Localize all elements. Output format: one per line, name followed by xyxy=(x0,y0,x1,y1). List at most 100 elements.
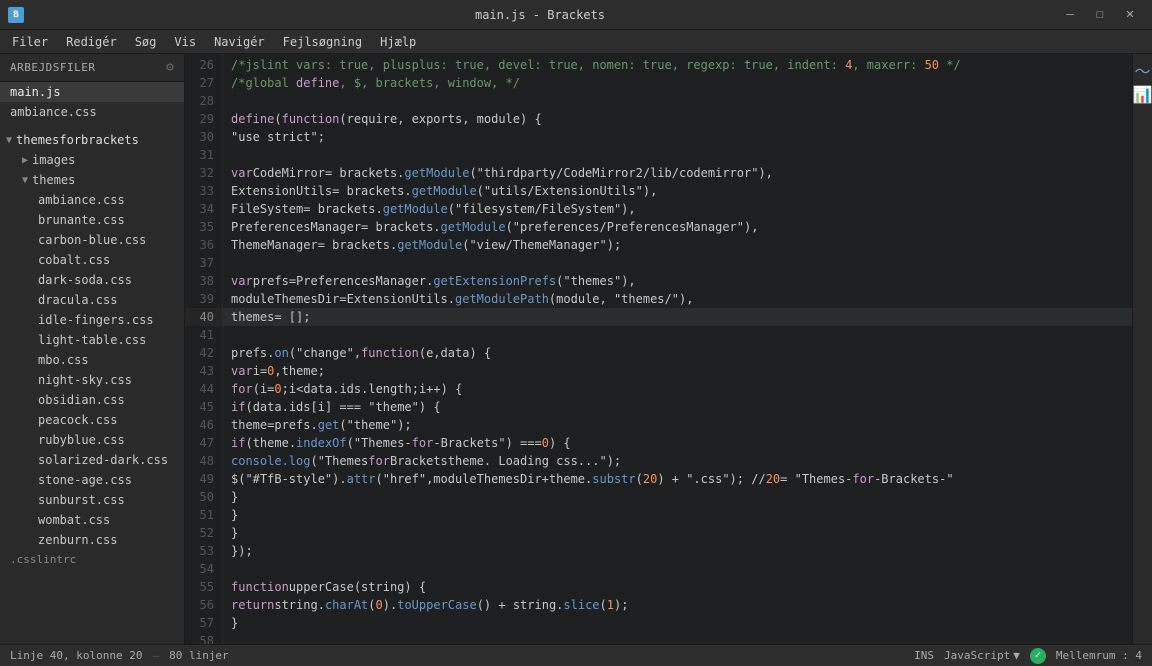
theme-file-cobalt-css[interactable]: cobalt.css xyxy=(32,250,184,270)
code-content[interactable]: /*jslint vars: true, plusplus: true, dev… xyxy=(223,54,1132,644)
code-line-57[interactable]: } xyxy=(223,614,1132,632)
theme-file-light-table-css[interactable]: light-table.css xyxy=(32,330,184,350)
code-line-58[interactable] xyxy=(223,632,1132,644)
theme-file-rubyblue-css[interactable]: rubyblue.css xyxy=(32,430,184,450)
maximize-button[interactable]: □ xyxy=(1086,5,1114,25)
code-line-53[interactable]: }); xyxy=(223,542,1132,560)
theme-file-brunante-css[interactable]: brunante.css xyxy=(32,210,184,230)
line-num-45: 45 xyxy=(185,398,222,416)
line-num-46: 46 xyxy=(185,416,222,434)
line-num-32: 32 xyxy=(185,164,222,182)
title-bar: B main.js - Brackets ─ □ ✕ xyxy=(0,0,1152,30)
code-line-56[interactable]: return string.charAt(0).toUpperCase() + … xyxy=(223,596,1132,614)
language-arrow-icon: ▼ xyxy=(1013,649,1020,662)
code-line-43[interactable]: var i = 0, theme; xyxy=(223,362,1132,380)
code-line-38[interactable]: var prefs = PreferencesManager.getExtens… xyxy=(223,272,1132,290)
linter-icon[interactable]: 📊 xyxy=(1135,86,1151,102)
code-line-41[interactable] xyxy=(223,326,1132,344)
close-button[interactable]: ✕ xyxy=(1116,5,1144,25)
code-line-35[interactable]: PreferencesManager = brackets.getModule(… xyxy=(223,218,1132,236)
line-num-29: 29 xyxy=(185,110,222,128)
code-line-33[interactable]: ExtensionUtils = brackets.getModule("uti… xyxy=(223,182,1132,200)
code-line-31[interactable] xyxy=(223,146,1132,164)
menu-item-vis[interactable]: Vis xyxy=(166,33,204,51)
theme-file-ambiance-css[interactable]: ambiance.css xyxy=(32,190,184,210)
code-line-55[interactable]: function upperCase(string) { xyxy=(223,578,1132,596)
menu-item-navigér[interactable]: Navigér xyxy=(206,33,273,51)
code-line-44[interactable]: for (i = 0; i < data.ids.length; i++) { xyxy=(223,380,1132,398)
code-line-42[interactable]: prefs.on("change", function (e, data) { xyxy=(223,344,1132,362)
code-line-49[interactable]: $("#TfB-style").attr("href", moduleTheme… xyxy=(223,470,1132,488)
code-line-32[interactable]: var CodeMirror = brackets.getModule("thi… xyxy=(223,164,1132,182)
status-right: INS JavaScript ▼ ✓ Mellemrum : 4 xyxy=(914,648,1142,664)
folder-name-themesforbrackets: themesforbrackets xyxy=(16,133,139,147)
gear-icon[interactable]: ⚙ xyxy=(166,60,174,75)
line-num-26: 26 xyxy=(185,56,222,74)
folder-themesforbrackets[interactable]: ▼ themesforbrackets xyxy=(0,130,184,150)
menu-item-redigér[interactable]: Redigér xyxy=(58,33,125,51)
subfolder-themes[interactable]: ▼ themes xyxy=(16,170,184,190)
code-line-34[interactable]: FileSystem = brackets.getModule("filesys… xyxy=(223,200,1132,218)
theme-file-dracula-css[interactable]: dracula.css xyxy=(32,290,184,310)
code-line-29[interactable]: define(function (require, exports, modul… xyxy=(223,110,1132,128)
line-num-36: 36 xyxy=(185,236,222,254)
theme-file-dark-soda-css[interactable]: dark-soda.css xyxy=(32,270,184,290)
sidebar-title: Arbejdsfiler xyxy=(10,61,95,74)
menu-item-filer[interactable]: Filer xyxy=(4,33,56,51)
line-num-50: 50 xyxy=(185,488,222,506)
menu-item-søg[interactable]: Søg xyxy=(127,33,165,51)
status-position: Linje 40, kolonne 20 xyxy=(10,649,142,662)
code-line-52[interactable]: } xyxy=(223,524,1132,542)
theme-file-obsidian-css[interactable]: obsidian.css xyxy=(32,390,184,410)
code-line-30[interactable]: "use strict"; xyxy=(223,128,1132,146)
code-line-26[interactable]: /*jslint vars: true, plusplus: true, dev… xyxy=(223,56,1132,74)
subfolder-images-label: images xyxy=(32,153,75,167)
minimize-button[interactable]: ─ xyxy=(1056,5,1084,25)
subfolder-images[interactable]: ▶ images xyxy=(16,150,184,170)
minimap-icon[interactable]: 〜 xyxy=(1135,62,1151,78)
line-num-27: 27 xyxy=(185,74,222,92)
line-num-38: 38 xyxy=(185,272,222,290)
folder-arrow-images-icon: ▶ xyxy=(22,155,28,166)
theme-file-night-sky-css[interactable]: night-sky.css xyxy=(32,370,184,390)
theme-file-wombat-css[interactable]: wombat.css xyxy=(32,510,184,530)
code-line-36[interactable]: ThemeManager = brackets.getModule("view/… xyxy=(223,236,1132,254)
sidebar-files[interactable]: main.js ambiance.css ▼ themesforbrackets… xyxy=(0,82,184,644)
code-line-45[interactable]: if (data.ids[i] === "theme") { xyxy=(223,398,1132,416)
theme-file-idle-fingers-css[interactable]: idle-fingers.css xyxy=(32,310,184,330)
code-line-48[interactable]: console.log("Themes for Brackets theme. … xyxy=(223,452,1132,470)
line-num-28: 28 xyxy=(185,92,222,110)
theme-file-zenburn-css[interactable]: zenburn.css xyxy=(32,530,184,550)
theme-file-peacock-css[interactable]: peacock.css xyxy=(32,410,184,430)
status-ok-icon: ✓ xyxy=(1030,648,1046,664)
code-line-27[interactable]: /*global define, $, brackets, window, */ xyxy=(223,74,1132,92)
theme-file-sunburst-css[interactable]: sunburst.css xyxy=(32,490,184,510)
code-line-39[interactable]: moduleThemesDir = ExtensionUtils.getModu… xyxy=(223,290,1132,308)
menu-item-hjælp[interactable]: Hjælp xyxy=(372,33,424,51)
line-num-51: 51 xyxy=(185,506,222,524)
menu-item-fejlsøgning[interactable]: Fejlsøgning xyxy=(275,33,370,51)
code-line-51[interactable]: } xyxy=(223,506,1132,524)
line-num-57: 57 xyxy=(185,614,222,632)
line-num-58: 58 xyxy=(185,632,222,644)
theme-file-solarized-dark-css[interactable]: solarized-dark.css xyxy=(32,450,184,470)
code-line-50[interactable]: } xyxy=(223,488,1132,506)
code-line-28[interactable] xyxy=(223,92,1132,110)
file-item-ambiance[interactable]: ambiance.css xyxy=(0,102,184,122)
editor-area: 2627282930313233343536373839404142434445… xyxy=(185,54,1132,644)
code-line-37[interactable] xyxy=(223,254,1132,272)
line-num-56: 56 xyxy=(185,596,222,614)
theme-file-carbon-blue-css[interactable]: carbon-blue.css xyxy=(32,230,184,250)
right-panel: 〜 📊 xyxy=(1132,54,1152,644)
language-selector[interactable]: JavaScript ▼ xyxy=(944,649,1020,662)
theme-file-mbo-css[interactable]: mbo.css xyxy=(32,350,184,370)
theme-file-stone-age-css[interactable]: stone-age.css xyxy=(32,470,184,490)
code-line-47[interactable]: if (theme.indexOf("Themes-for-Brackets")… xyxy=(223,434,1132,452)
file-item-mainjs[interactable]: main.js xyxy=(0,82,184,102)
code-line-54[interactable] xyxy=(223,560,1132,578)
code-line-46[interactable]: theme = prefs.get("theme"); xyxy=(223,416,1132,434)
code-line-40[interactable]: themes = []; xyxy=(223,308,1132,326)
file-csslintrc[interactable]: .csslintrc xyxy=(0,550,184,569)
line-num-43: 43 xyxy=(185,362,222,380)
line-numbers: 2627282930313233343536373839404142434445… xyxy=(185,54,223,644)
